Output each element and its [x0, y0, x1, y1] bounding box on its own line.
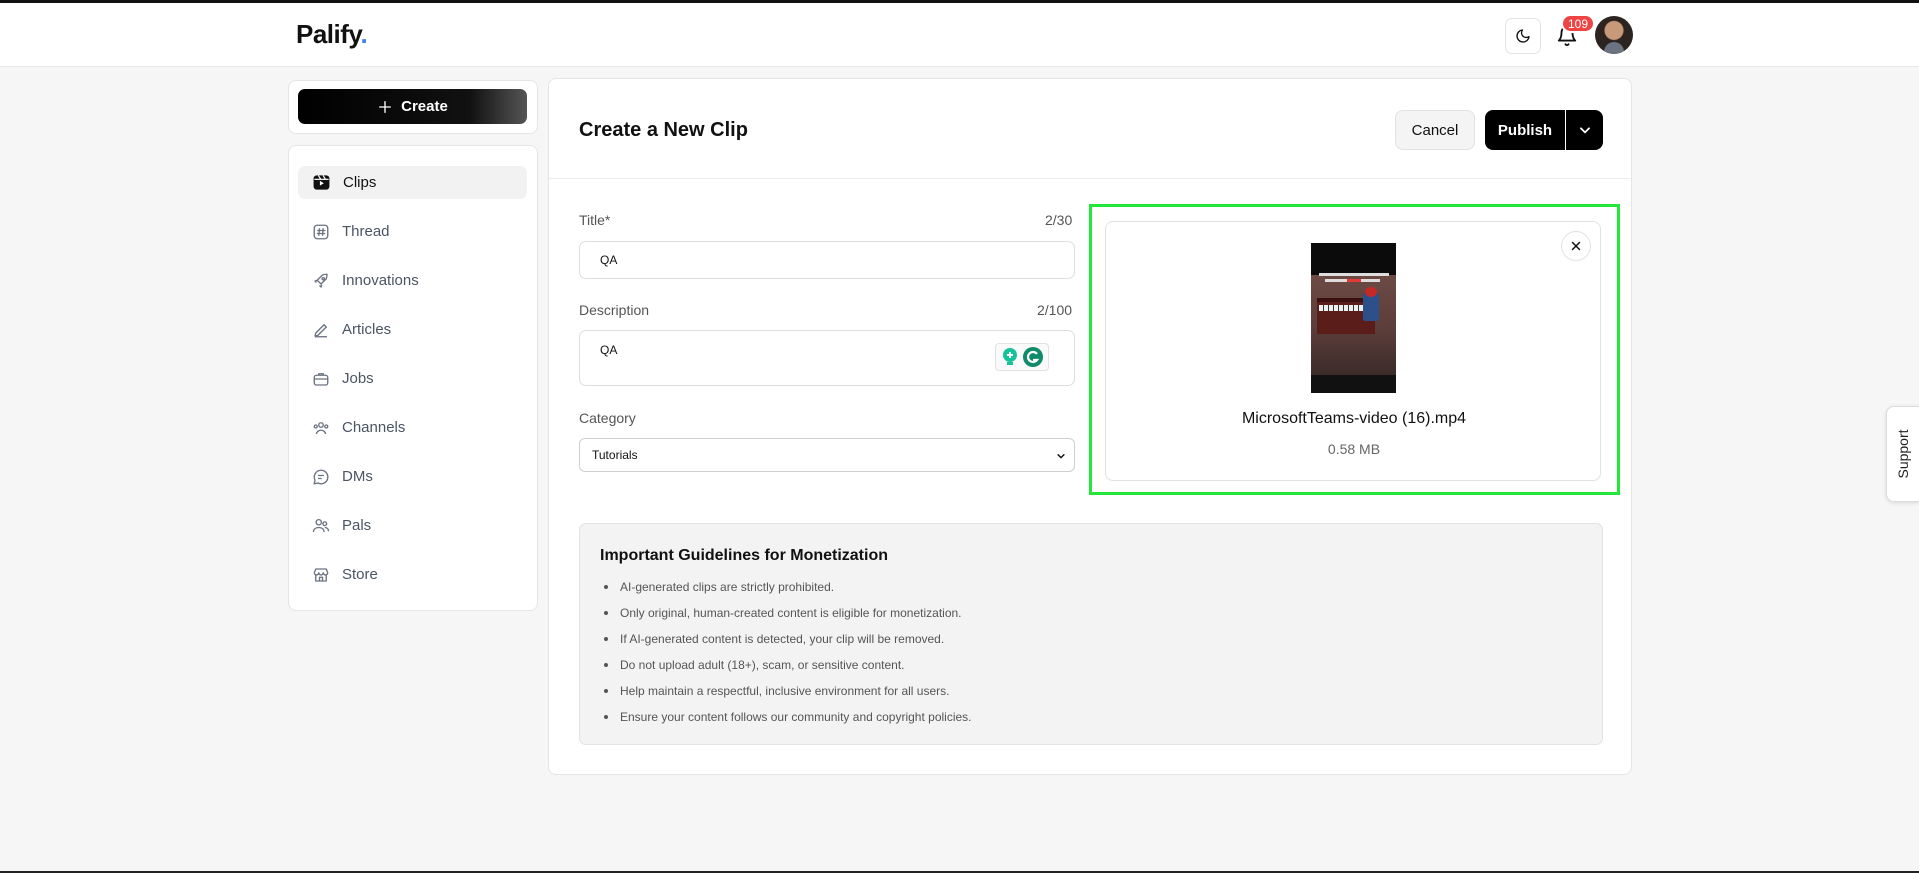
store-icon [313, 567, 329, 582]
sidebar-item-channels[interactable]: Channels [298, 411, 527, 444]
video-file-size: 0.58 MB [1327, 441, 1381, 457]
sidebar-item-label: Pals [342, 517, 372, 534]
thumbnail-floor [1311, 375, 1396, 393]
thumbnail-caption-line [1319, 273, 1389, 276]
video-preview-card: MicrosoftTeams-video (16).mp4 0.58 MB [1105, 221, 1601, 481]
create-button-label: Create [401, 98, 448, 115]
sidebar-item-jobs[interactable]: Jobs [298, 362, 527, 395]
guideline-item: Only original, human-created content is … [600, 606, 972, 632]
plus-icon [379, 100, 392, 113]
grammarly-logo-icon [1022, 347, 1043, 367]
sidebar-item-label: Channels [342, 419, 406, 436]
chevron-down-icon [1579, 127, 1590, 134]
description-value: QA [600, 343, 618, 357]
logo-dot: . [360, 19, 368, 49]
briefcase-icon [313, 372, 329, 386]
guideline-item: Do not upload adult (18+), scam, or sens… [600, 658, 972, 684]
video-file-name: MicrosoftTeams-video (16).mp4 [1241, 410, 1467, 427]
pencil-icon [314, 323, 327, 337]
sidebar-item-label: Store [342, 566, 378, 583]
thumbnail-figure-head [1365, 287, 1377, 297]
guideline-item: Help maintain a respectful, inclusive en… [600, 684, 972, 710]
description-char-count: 2/100 [1037, 302, 1073, 318]
monetization-guidelines: Important Guidelines for Monetization AI… [579, 523, 1603, 745]
sidebar-item-label: Jobs [342, 370, 374, 387]
users-icon [313, 421, 329, 434]
grammarly-widget[interactable] [995, 343, 1049, 371]
title-input[interactable] [579, 241, 1075, 279]
sidebar-item-label: Articles [342, 321, 392, 338]
support-tab[interactable]: Support [1886, 406, 1919, 502]
sidebar-item-pals[interactable]: Pals [298, 509, 527, 542]
sidebar-item-clips[interactable]: Clips [298, 166, 527, 199]
avatar[interactable] [1595, 16, 1633, 54]
notification-badge: 109 [1561, 14, 1596, 33]
category-select[interactable]: Tutorials [579, 438, 1075, 472]
header-divider [549, 178, 1631, 179]
sidebar-create-panel: Create [288, 80, 538, 134]
publish-button[interactable]: Publish [1485, 110, 1565, 150]
pals-icon [312, 518, 330, 532]
support-label: Support [1895, 429, 1911, 479]
create-button[interactable]: Create [298, 89, 527, 124]
category-selected-value: Tutorials [592, 448, 638, 462]
hash-icon [313, 224, 329, 239]
logo[interactable]: Palify. [296, 19, 368, 50]
guidelines-list: AI-generated clips are strictly prohibit… [600, 580, 972, 736]
guideline-item: Ensure your content follows our communit… [600, 710, 972, 736]
sidebar-item-label: Thread [342, 223, 390, 240]
sidebar-item-store[interactable]: Store [298, 558, 527, 591]
title-char-count: 2/30 [1045, 212, 1073, 228]
sidebar-item-label: DMs [342, 468, 373, 485]
sidebar-nav: Clips Thread Innovations Articles Jobs C… [288, 145, 538, 611]
chevron-down-icon [1057, 454, 1065, 459]
thumbnail-caption-line [1325, 279, 1380, 282]
chat-icon [313, 469, 329, 485]
clips-icon [313, 175, 330, 190]
cancel-button[interactable]: Cancel [1395, 110, 1475, 150]
theme-toggle-button[interactable] [1505, 18, 1541, 54]
remove-video-button[interactable] [1561, 231, 1591, 261]
sidebar-item-label: Clips [343, 174, 377, 191]
description-label: Description [579, 302, 650, 318]
top-header: Palify. 109 [0, 3, 1919, 67]
page-title: Create a New Clip [579, 119, 748, 141]
publish-options-button[interactable] [1566, 110, 1603, 150]
sidebar-item-label: Innovations [342, 272, 419, 289]
rocket-icon [314, 273, 328, 288]
guidelines-title: Important Guidelines for Monetization [600, 547, 888, 564]
guideline-item: AI-generated clips are strictly prohibit… [600, 580, 972, 606]
close-icon [1571, 241, 1581, 251]
moon-icon [1516, 29, 1530, 43]
category-label: Category [579, 410, 636, 426]
grammarly-bulb-icon [1002, 348, 1017, 365]
guideline-item: If AI-generated content is detected, you… [600, 632, 972, 658]
title-label: Title* [579, 212, 611, 228]
sidebar-item-innovations[interactable]: Innovations [298, 264, 527, 297]
logo-text: Palify [296, 19, 361, 49]
video-thumbnail[interactable] [1311, 243, 1396, 393]
sidebar-item-dms[interactable]: DMs [298, 460, 527, 493]
sidebar-item-thread[interactable]: Thread [298, 215, 527, 248]
sidebar-item-articles[interactable]: Articles [298, 313, 527, 346]
